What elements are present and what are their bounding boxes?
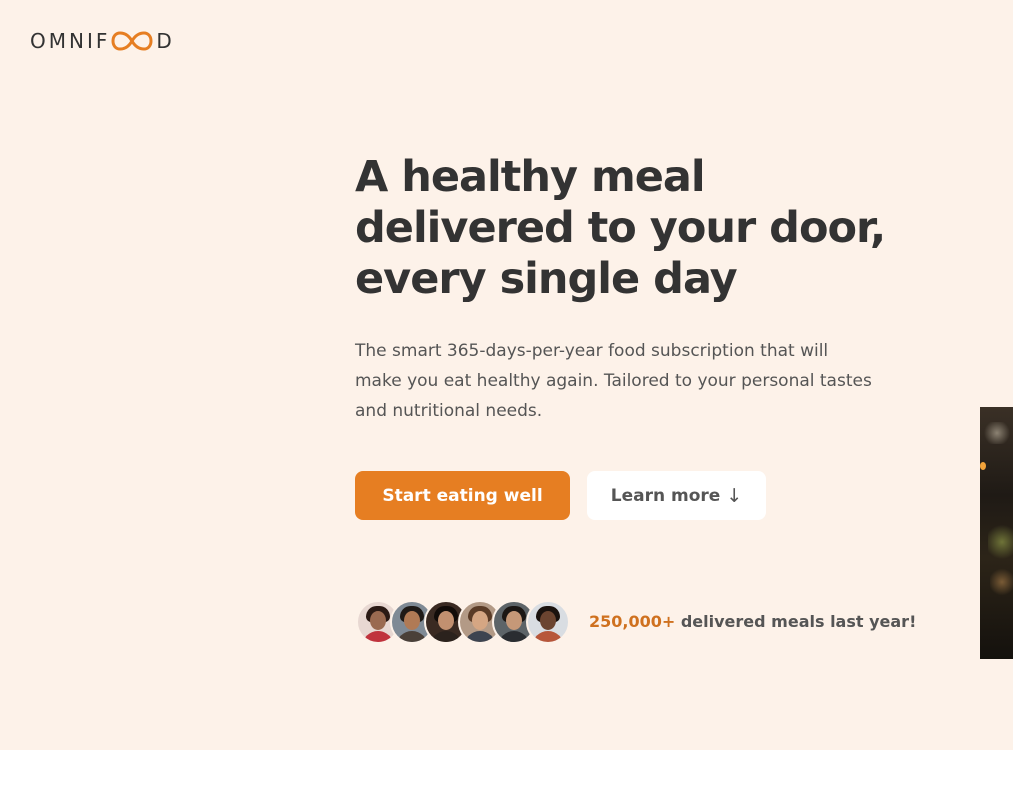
learn-more-button[interactable]: Learn more ↓ [587,471,766,520]
customer-avatar [526,599,570,644]
omnifood-logo[interactable]: OMNIF D [30,29,175,53]
hero-food-image [980,407,1013,659]
delivered-meals: 250,000+ delivered meals last year! [356,596,916,647]
hero-title: A healthy meal delivered to your door, e… [355,152,886,304]
customer-avatars [356,599,570,644]
start-eating-well-label: Start eating well [382,485,543,506]
hero-description: The smart 365-days-per-year food subscri… [355,341,872,421]
infinity-oo-icon [111,30,153,52]
delivered-meals-count: 250,000+ [589,612,676,631]
logo-text-suffix: D [156,29,175,53]
hero-section: OMNIF D A healthy meal delivered to your… [0,0,1013,750]
delivered-meals-text: 250,000+ delivered meals last year! [589,612,916,631]
learn-more-label: Learn more [610,485,721,506]
delivered-meals-label: delivered meals last year! [675,612,917,631]
start-eating-well-button[interactable]: Start eating well [355,471,570,520]
logo-text-prefix: OMNIF [30,29,111,53]
arrow-down-icon: ↓ [726,484,743,507]
